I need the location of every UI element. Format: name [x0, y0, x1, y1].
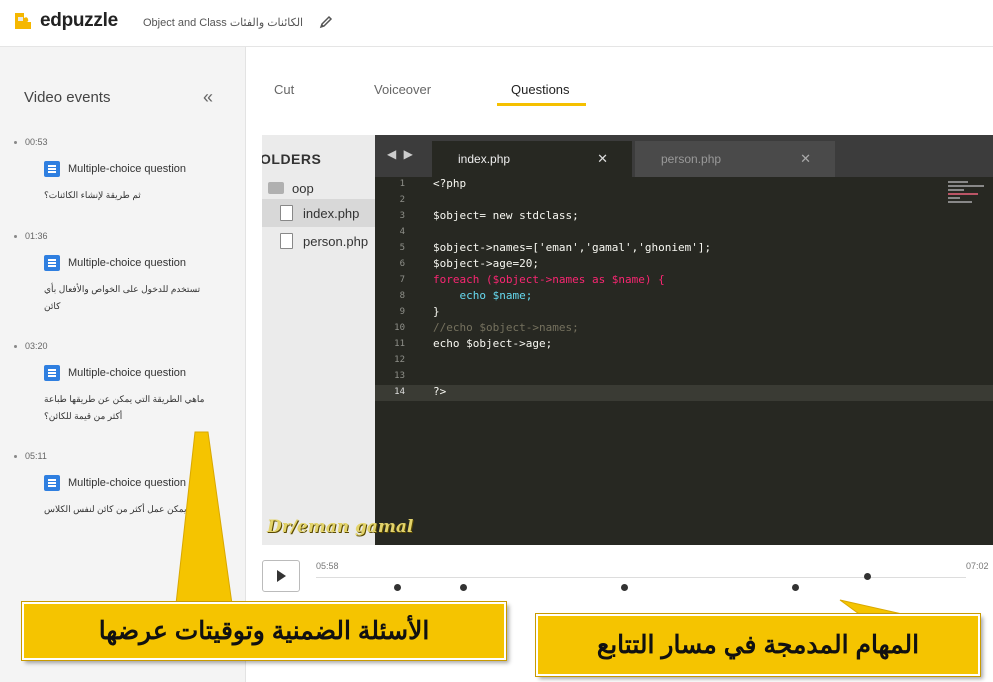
code-line: foreach ($object->names as $name) {: [433, 273, 665, 286]
current-time: 05:58: [316, 561, 339, 571]
question-text: ثم طريقة لإنشاء الكائنات؟: [44, 190, 141, 200]
multiple-choice-icon: [44, 255, 60, 271]
line-number: 11: [394, 339, 405, 349]
close-icon: ✕: [800, 151, 811, 166]
event-item: 01:36 Multiple-choice question تستخدم لل…: [14, 231, 224, 315]
question-card[interactable]: Multiple-choice question يمكن عمل أكثر م…: [44, 475, 224, 518]
tab-cut[interactable]: Cut: [274, 82, 294, 97]
question-card[interactable]: Multiple-choice question ثم طريقة لإنشاء…: [44, 161, 224, 204]
question-type: Multiple-choice question: [68, 163, 187, 175]
line-number: 8: [399, 291, 405, 301]
question-marker[interactable]: [460, 584, 468, 591]
line-number: 5: [399, 243, 405, 253]
video-frame[interactable]: OLDERS oop index.php person.php ◀ ▶ inde…: [262, 135, 993, 545]
line-number: 4: [399, 227, 405, 237]
top-header: edpuzzle Object and Class الكائنات والفئ…: [0, 0, 993, 47]
line-number: 7: [399, 275, 405, 285]
bullet-icon: [14, 234, 17, 238]
active-tab-indicator: [497, 103, 586, 106]
code-line: $object->age=20;: [433, 257, 539, 270]
editor-minimap: [948, 179, 986, 209]
editor-tab-label: index.php: [458, 152, 511, 166]
line-number: 10: [394, 323, 405, 333]
video-events-sidebar: Video events « 00:53 Multiple-choice que…: [0, 47, 246, 682]
file-icon: [280, 233, 293, 249]
bullet-icon: [14, 140, 17, 144]
line-number: 3: [399, 211, 405, 221]
document-title: Object and Class الكائنات والفئات: [143, 17, 304, 29]
line-number: 12: [394, 355, 405, 365]
editor-tab-person: person.php ✕: [635, 141, 835, 177]
tree-file-person: person.php: [262, 227, 375, 255]
callout-embedded-questions: الأسئلة الضمنية وتوقيتات عرضها: [22, 602, 506, 660]
editor-nav-arrows-icon: ◀ ▶: [387, 147, 415, 161]
pencil-icon[interactable]: [318, 14, 334, 30]
event-time: 05:11: [25, 451, 47, 461]
current-line-highlight: [375, 385, 993, 401]
event-time: 00:53: [25, 137, 48, 147]
question-text: ماهي الطريقة التي يمكن عن طريقها طباعة أ…: [44, 394, 205, 421]
question-text: تستخدم للدخول على الخواص والأفعال بأي كا…: [44, 284, 201, 311]
question-marker[interactable]: [791, 584, 799, 591]
multiple-choice-icon: [44, 475, 60, 491]
line-number: 13: [394, 371, 405, 381]
code-line: echo $object->age;: [433, 337, 553, 350]
event-item: 00:53 Multiple-choice question ثم طريقة …: [14, 137, 224, 204]
code-line: //echo $object->names;: [433, 321, 579, 334]
playhead-marker[interactable]: [863, 573, 871, 580]
callout-tasks-timeline: المهام المدمجة في مسار التتابع: [536, 614, 980, 676]
code-line: $object= new stdclass;: [433, 209, 579, 222]
question-marker[interactable]: [620, 584, 628, 591]
bullet-icon: [14, 454, 17, 458]
edpuzzle-logo[interactable]: edpuzzle: [12, 10, 118, 32]
code-line: $object->names=['eman','gamal','ghoniem'…: [433, 241, 712, 254]
code-line: echo $name;: [433, 289, 533, 302]
line-number: 1: [399, 179, 405, 189]
line-number: 2: [399, 195, 405, 205]
multiple-choice-icon: [44, 365, 60, 381]
code-line: }: [433, 305, 440, 318]
editor-tab-label: person.php: [661, 152, 722, 166]
editor-tabbar: ◀ ▶ index.php ✕ person.php ✕: [375, 135, 993, 177]
code-line: ?>: [433, 385, 447, 398]
event-item: 03:20 Multiple-choice question ماهي الطر…: [14, 341, 224, 425]
editor-file-tree: OLDERS oop index.php person.php: [262, 135, 375, 545]
watermark-text: Dr/eman gamal: [267, 517, 414, 537]
code-line: <?php: [433, 177, 467, 190]
close-icon: ✕: [597, 151, 608, 166]
question-marker[interactable]: [394, 584, 402, 591]
folders-label: OLDERS: [262, 151, 322, 167]
bullet-icon: [14, 344, 17, 348]
folder-icon: [268, 182, 284, 194]
line-number: 14: [394, 387, 405, 397]
tree-file-index: index.php: [262, 199, 375, 227]
collapse-sidebar-icon[interactable]: «: [203, 87, 213, 108]
tab-questions[interactable]: Questions: [511, 82, 570, 97]
tree-label: person.php: [303, 233, 369, 249]
total-time: 07:02: [966, 561, 989, 571]
tree-label: index.php: [303, 205, 360, 221]
logo-text: edpuzzle: [40, 10, 118, 31]
question-text: يمكن عمل أكثر من كائن لنفس الكلاس: [44, 504, 187, 514]
sidebar-title: Video events: [24, 89, 111, 106]
tree-label: oop: [292, 180, 314, 196]
play-button[interactable]: [262, 560, 300, 592]
line-number-gutter: 1 2 3 4 5 6 7 8 9 10 11 12 13 14: [375, 177, 415, 545]
question-type: Multiple-choice question: [68, 257, 187, 269]
question-type: Multiple-choice question: [68, 367, 187, 379]
multiple-choice-icon: [44, 161, 60, 177]
event-time: 01:36: [25, 231, 48, 241]
file-icon: [280, 205, 293, 221]
line-number: 9: [399, 307, 405, 317]
edpuzzle-logo-icon: [15, 13, 31, 29]
question-card[interactable]: Multiple-choice question ماهي الطريقة ال…: [44, 365, 224, 425]
event-time: 03:20: [25, 341, 48, 351]
question-type: Multiple-choice question: [68, 477, 187, 489]
tree-folder-oop: oop: [262, 174, 375, 202]
event-item: 05:11 Multiple-choice question يمكن عمل …: [14, 451, 224, 518]
tab-voiceover[interactable]: Voiceover: [374, 82, 431, 97]
question-card[interactable]: Multiple-choice question تستخدم للدخول ع…: [44, 255, 224, 315]
line-number: 6: [399, 259, 405, 269]
editor-tab-index: index.php ✕: [432, 141, 632, 177]
